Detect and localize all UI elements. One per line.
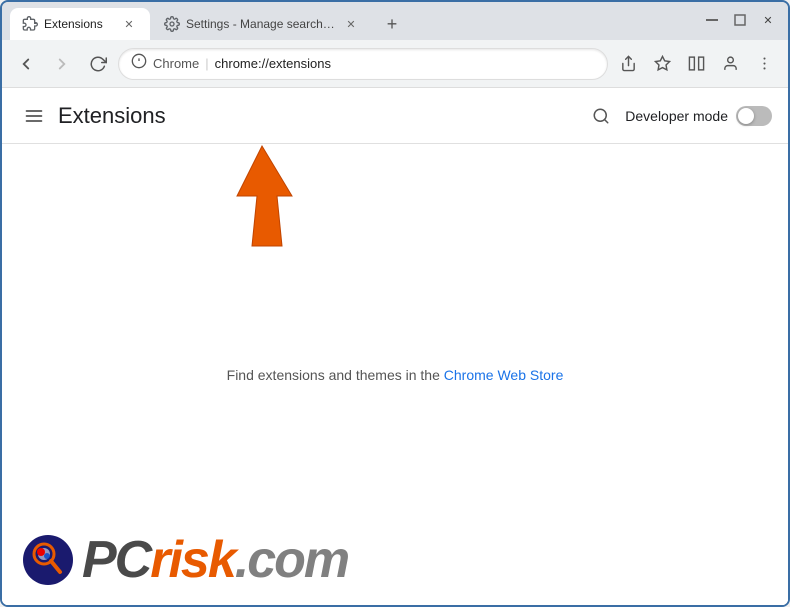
browser-window: Extensions ✕ Settings - Manage search en… bbox=[0, 0, 790, 607]
address-site-name: Chrome bbox=[153, 56, 199, 71]
search-button[interactable] bbox=[585, 100, 617, 132]
page-title: Extensions bbox=[58, 103, 585, 129]
developer-mode-section: Developer mode bbox=[585, 100, 772, 132]
window-controls: ✕ bbox=[700, 10, 780, 30]
settings-tab-favicon bbox=[164, 16, 180, 32]
extensions-tab-favicon bbox=[22, 16, 38, 32]
address-site-icon bbox=[131, 53, 147, 74]
bookmark-button[interactable] bbox=[646, 48, 678, 80]
empty-state-text: Find extensions and themes in the bbox=[227, 367, 444, 383]
page-content: Extensions Developer mode Find extension… bbox=[2, 88, 788, 605]
watermark-icon bbox=[22, 534, 74, 586]
tab-settings-close[interactable]: ✕ bbox=[342, 15, 360, 33]
more-button[interactable] bbox=[748, 48, 780, 80]
share-button[interactable] bbox=[612, 48, 644, 80]
watermark: PCrisk.com bbox=[2, 515, 788, 605]
watermark-pc: PC bbox=[82, 531, 150, 589]
nav-bar: Chrome | chrome://extensions bbox=[2, 40, 788, 88]
reload-button[interactable] bbox=[82, 48, 114, 80]
watermark-logo: PCrisk.com bbox=[22, 534, 348, 586]
reading-list-button[interactable] bbox=[680, 48, 712, 80]
empty-state-message: Find extensions and themes in the Chrome… bbox=[227, 367, 564, 383]
address-bar[interactable]: Chrome | chrome://extensions bbox=[118, 48, 608, 80]
nav-actions bbox=[612, 48, 780, 80]
maximize-button[interactable] bbox=[728, 10, 752, 30]
minimize-button[interactable] bbox=[700, 10, 724, 30]
extensions-header: Extensions Developer mode bbox=[2, 88, 788, 144]
chrome-web-store-link[interactable]: Chrome Web Store bbox=[444, 367, 564, 383]
address-url: chrome://extensions bbox=[215, 56, 595, 71]
profile-button[interactable] bbox=[714, 48, 746, 80]
close-button[interactable]: ✕ bbox=[756, 10, 780, 30]
address-separator: | bbox=[205, 56, 208, 71]
tab-extensions-close[interactable]: ✕ bbox=[120, 15, 138, 33]
tab-settings[interactable]: Settings - Manage search engine ✕ bbox=[152, 8, 372, 40]
tab-settings-label: Settings - Manage search engine bbox=[186, 17, 336, 31]
back-button[interactable] bbox=[10, 48, 42, 80]
new-tab-button[interactable]: + bbox=[378, 10, 406, 38]
watermark-risk: risk bbox=[150, 531, 235, 589]
watermark-text: PCrisk.com bbox=[82, 534, 348, 586]
watermark-dotcom: .com bbox=[235, 531, 348, 589]
tab-extensions-label: Extensions bbox=[44, 17, 114, 31]
developer-mode-toggle[interactable] bbox=[736, 106, 772, 126]
sidebar-menu-button[interactable] bbox=[18, 100, 50, 132]
developer-mode-label: Developer mode bbox=[625, 108, 728, 124]
forward-button[interactable] bbox=[46, 48, 78, 80]
tab-extensions[interactable]: Extensions ✕ bbox=[10, 8, 150, 40]
tab-bar: Extensions ✕ Settings - Manage search en… bbox=[2, 2, 788, 40]
